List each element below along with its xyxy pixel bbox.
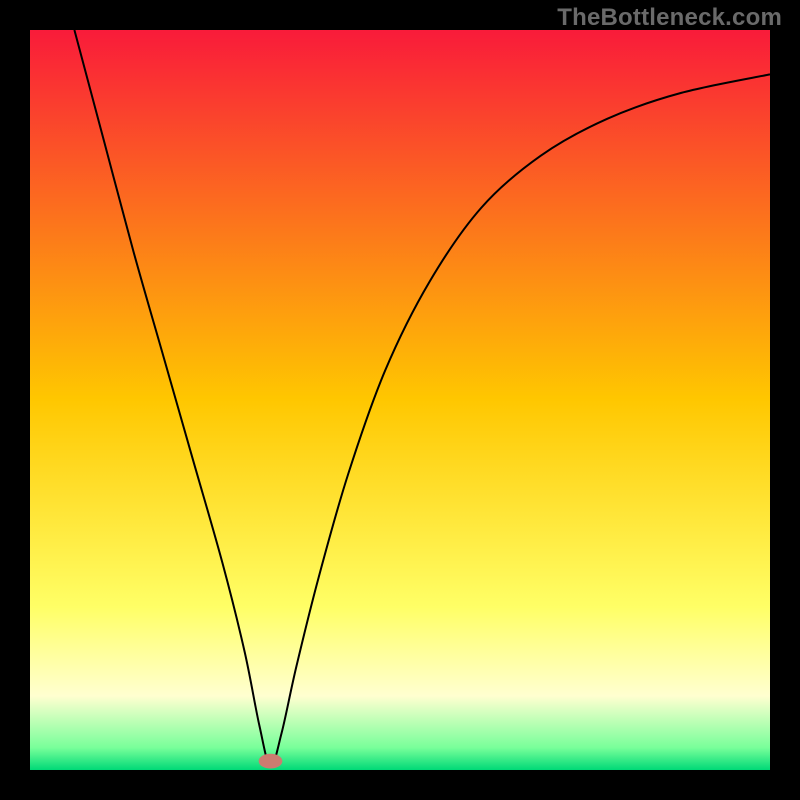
watermark-text: TheBottleneck.com [557,4,782,32]
chart-stage: TheBottleneck.com [0,0,800,800]
chart-plot-area [30,30,770,770]
minimum-marker [259,754,283,769]
bottleneck-chart [0,0,800,800]
